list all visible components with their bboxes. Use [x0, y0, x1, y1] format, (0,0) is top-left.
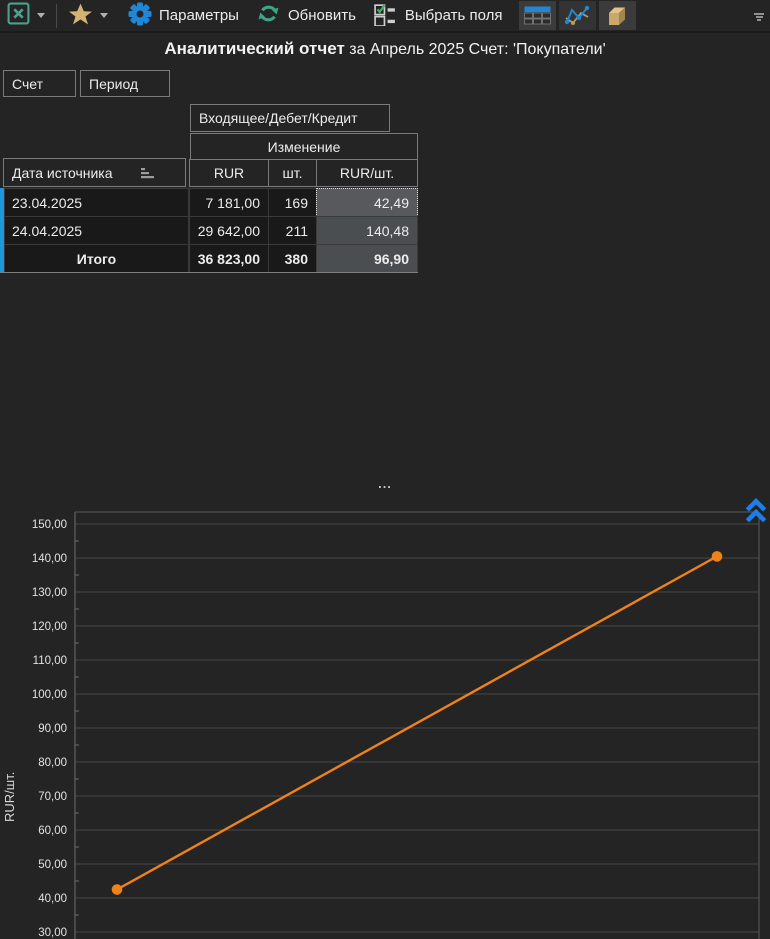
cell-rur-2[interactable]: 29 642,00 — [189, 216, 269, 245]
select-fields-label: Выбрать поля — [405, 7, 503, 24]
filter-period-button[interactable]: Период — [80, 70, 170, 97]
chevron-down-icon — [100, 13, 108, 18]
cell-total-rate[interactable]: 96,90 — [316, 244, 418, 273]
chart-y-axis-title: RUR/шт. — [2, 722, 17, 822]
pivot-row-dimension-header[interactable]: Дата источника — [3, 158, 186, 187]
chart-panel: 30,00 40,00 50,00 60,00 70,00 80,00 90,00 100,0… — [0, 500, 770, 939]
view-toggle-group — [516, 1, 636, 30]
chevron-down-icon — [37, 13, 45, 18]
cell-total-label[interactable]: Итого — [4, 244, 189, 273]
filter-account-button[interactable]: Счет — [3, 70, 76, 97]
svg-text:50,00: 50,00 — [38, 859, 67, 871]
svg-text:90,00: 90,00 — [38, 723, 67, 735]
svg-text:120,00: 120,00 — [32, 621, 67, 633]
favorites-button[interactable] — [68, 2, 93, 30]
checklist-icon — [373, 1, 398, 30]
cell-qty-2[interactable]: 211 — [268, 216, 317, 245]
cell-rate-1-selected[interactable]: 42,49 — [316, 188, 418, 217]
cube-view-button[interactable] — [599, 1, 636, 30]
svg-text:100,00: 100,00 — [32, 689, 67, 701]
svg-text:70,00: 70,00 — [38, 791, 67, 803]
chart-view-button[interactable] — [559, 1, 596, 30]
svg-text:30,00: 30,00 — [38, 927, 67, 939]
refresh-icon — [256, 1, 281, 30]
panel-more-icon[interactable] — [754, 13, 764, 21]
chart-view-icon — [563, 5, 591, 27]
select-fields-button[interactable]: Выбрать поля — [373, 1, 503, 30]
double-chevron-up-icon — [744, 498, 768, 524]
pivot-subgroup-header[interactable]: Изменение — [190, 133, 418, 160]
svg-text:40,00: 40,00 — [38, 893, 67, 905]
report-title: Аналитический отчет за Апрель 2025 Счет:… — [0, 39, 770, 59]
column-header-rate[interactable]: RUR/шт. — [316, 159, 418, 187]
analytical-report-window: Параметры Обновить — [0, 0, 770, 939]
column-header-qty[interactable]: шт. — [268, 159, 317, 187]
export-excel-button[interactable] — [7, 2, 30, 29]
row-dimension-label: Дата источника — [12, 165, 113, 181]
svg-text:60,00: 60,00 — [38, 825, 67, 837]
splitter-handle[interactable]: ... — [0, 478, 770, 494]
line-chart: 30,00 40,00 50,00 60,00 70,00 80,00 90,00 100,0… — [0, 500, 770, 939]
cell-date-1[interactable]: 23.04.2025 — [4, 188, 189, 217]
svg-text:110,00: 110,00 — [33, 655, 67, 667]
toolbar: Параметры Обновить — [0, 0, 770, 33]
gear-icon — [128, 2, 152, 30]
svg-text:150,00: 150,00 — [32, 519, 67, 531]
chart-collapse-button[interactable] — [744, 498, 768, 524]
cell-rate-2[interactable]: 140,48 — [316, 216, 418, 245]
cell-total-rur[interactable]: 36 823,00 — [189, 244, 269, 273]
cell-rur-1[interactable]: 7 181,00 — [189, 188, 269, 217]
favorites-dropdown-button[interactable] — [100, 13, 108, 18]
cell-total-qty[interactable]: 380 — [268, 244, 317, 273]
report-title-suffix: за Апрель 2025 Счет: 'Покупатели' — [345, 41, 606, 58]
refresh-button[interactable]: Обновить — [256, 1, 356, 30]
table-view-button[interactable] — [519, 1, 556, 30]
cell-qty-1[interactable]: 169 — [268, 188, 317, 217]
cell-date-2[interactable]: 24.04.2025 — [4, 216, 189, 245]
sort-ascending-icon[interactable] — [141, 167, 155, 179]
export-dropdown-button[interactable] — [37, 13, 45, 18]
cube-icon — [605, 4, 630, 28]
parameters-label: Параметры — [159, 7, 239, 24]
excel-icon — [7, 2, 30, 29]
pivot-column-group-header[interactable]: Входящее/Дебет/Кредит — [190, 104, 390, 132]
toolbar-separator — [56, 4, 57, 28]
svg-text:80,00: 80,00 — [38, 757, 67, 769]
table-view-icon — [524, 5, 551, 26]
svg-text:140,00: 140,00 — [32, 553, 67, 565]
column-header-rur[interactable]: RUR — [189, 159, 269, 187]
refresh-label: Обновить — [288, 7, 356, 24]
report-title-main: Аналитический отчет — [164, 39, 344, 58]
svg-text:130,00: 130,00 — [32, 587, 67, 599]
parameters-button[interactable]: Параметры — [128, 2, 239, 30]
table-bottom-border — [0, 272, 418, 273]
star-icon — [68, 2, 93, 30]
